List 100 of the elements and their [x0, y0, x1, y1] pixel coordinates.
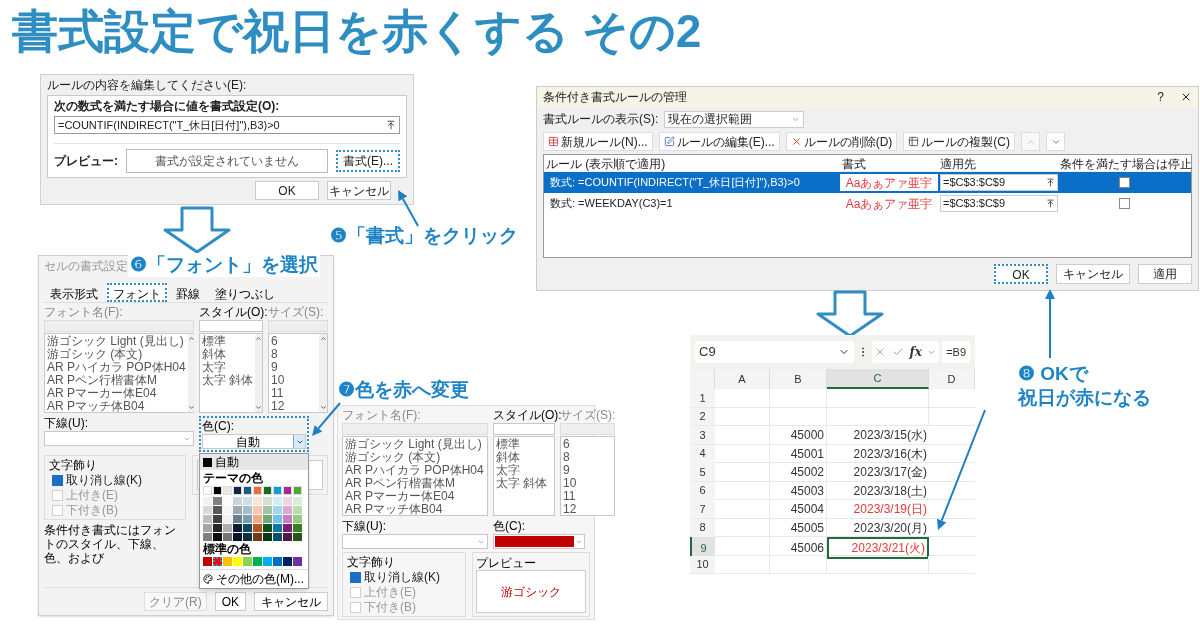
list-box[interactable]: 標準 斜体 太字 太字 斜体 [199, 333, 263, 413]
show-select[interactable]: 現在の選択範囲 [664, 110, 805, 128]
range-field[interactable]: =$C$3:$C$9 [940, 195, 1058, 212]
font-item[interactable]: AR Pハイカラ POP体H04 [345, 464, 485, 477]
font-item[interactable]: AR Pマッチ体B04 [47, 400, 186, 413]
size-item[interactable]: 11 [563, 490, 613, 503]
style-item[interactable]: 太字 斜体 [496, 477, 552, 490]
font-item[interactable]: AR Pマーカー体E04 [345, 490, 485, 503]
color-swatch[interactable] [263, 557, 272, 566]
menu-item[interactable]: 自動 [200, 454, 308, 470]
close-icon[interactable] [1180, 91, 1192, 103]
style-item[interactable]: 太字 [202, 361, 254, 374]
formula-field[interactable]: =COUNTIF(INDIRECT("T_休日[日付]"),B3)>0 [54, 116, 400, 134]
style-item[interactable]: 標準 [496, 438, 552, 451]
font-item[interactable]: 游ゴシック Light (見出し) [47, 335, 186, 348]
font-name-field[interactable] [342, 423, 488, 435]
size-item[interactable]: 12 [271, 400, 317, 413]
column-header[interactable]: D [929, 369, 975, 389]
checkbox[interactable] [52, 474, 63, 486]
list-box[interactable]: 游ゴシック Light (見出し) 游ゴシック (本文) AR Pハイカラ POP体H04 AR Pペン行楷書体M AR Pマーカー体E04 AR Pマッチ体B04 [342, 436, 488, 516]
checkbox[interactable] [1119, 177, 1130, 188]
checkbox[interactable] [350, 571, 361, 583]
size-field[interactable] [268, 320, 328, 332]
dialog-button[interactable]: OK [994, 264, 1048, 284]
list-box[interactable]: 游ゴシック Light (見出し) 游ゴシック (本文) AR Pハイカラ POP体H04 AR Pペン行楷書体M AR Pマーカー体E04 AR Pマッチ体B04 [44, 333, 194, 413]
color-swatch[interactable] [293, 557, 302, 566]
checkbox[interactable] [1119, 198, 1130, 209]
rule-row[interactable]: 数式: =COUNTIF(INDIRECT("T_休日[日付]"),B3)>0 Aaあぁアァ亜宇 =$C$3:$C$9 [544, 172, 1191, 193]
clear-button[interactable]: クリア(R) [144, 592, 207, 611]
size-item[interactable]: 10 [271, 374, 317, 387]
range-field[interactable]: =$C$3:$C$9 [940, 174, 1058, 191]
row-header[interactable]: 7 [690, 500, 715, 518]
move-down-button[interactable] [1046, 132, 1065, 151]
font-item[interactable]: AR Pペン行楷書体M [47, 374, 186, 387]
dialog-button[interactable]: キャンセル [254, 592, 328, 611]
format-button[interactable]: 書式(E)... [336, 150, 400, 172]
color-swatch[interactable] [283, 557, 292, 566]
style-field[interactable] [493, 423, 555, 435]
style-item[interactable]: 太字 [496, 464, 552, 477]
color-swatch[interactable] [253, 557, 262, 566]
size-item[interactable]: 12 [563, 503, 613, 516]
color-swatch[interactable] [243, 557, 252, 566]
insert-function-button[interactable]: fx [909, 343, 922, 361]
size-item[interactable]: 6 [271, 335, 317, 348]
dialog-button[interactable]: OK [214, 592, 246, 611]
color-swatch[interactable] [233, 557, 242, 566]
font-item[interactable]: AR Pハイカラ POP体H04 [47, 361, 186, 374]
size-item[interactable]: 9 [563, 464, 613, 477]
toolbar-button[interactable]: ルールの編集(E)... [658, 132, 780, 151]
formula-field[interactable]: =B9 [942, 341, 970, 363]
tab[interactable]: 罫線 [170, 283, 206, 302]
name-box[interactable]: C9 [695, 341, 854, 363]
toolbar-button[interactable]: ルールの複製(C) [903, 132, 1015, 151]
color-select[interactable]: 自動 [202, 434, 306, 449]
help-button[interactable]: ? [1157, 88, 1164, 106]
size-item[interactable]: 8 [563, 451, 613, 464]
color-swatch[interactable] [273, 557, 282, 566]
size-item[interactable]: 8 [271, 348, 317, 361]
list-box[interactable]: 標準 斜体 太字 太字 斜体 [493, 436, 555, 516]
size-item[interactable]: 6 [563, 438, 613, 451]
style-item[interactable]: 太字 斜体 [202, 374, 254, 387]
font-item[interactable]: AR Pマーカー体E04 [47, 387, 186, 400]
menu-item[interactable]: その他の色(M)... [200, 570, 308, 588]
row-header[interactable]: 5 [690, 463, 715, 481]
size-field[interactable] [560, 423, 616, 435]
tab[interactable]: 表示形式 [44, 283, 104, 302]
toolbar-button[interactable]: 新規ルール(N)... [543, 132, 653, 151]
dialog-button[interactable]: キャンセル [1056, 264, 1130, 284]
row-header[interactable]: 9 [690, 537, 715, 559]
size-item[interactable]: 9 [271, 361, 317, 374]
style-item[interactable]: 斜体 [496, 451, 552, 464]
color-swatch[interactable] [223, 557, 232, 566]
toolbar-button[interactable]: ルールの削除(D) [785, 132, 898, 151]
row-header[interactable]: 3 [690, 426, 715, 444]
font-item[interactable]: AR Pペン行楷書体M [345, 477, 485, 490]
list-box[interactable]: 6 8 9 10 11 12 [560, 436, 616, 516]
size-item[interactable]: 11 [271, 387, 317, 400]
style-item[interactable]: 標準 [202, 335, 254, 348]
dialog-button[interactable]: キャンセル [327, 181, 391, 200]
style-item[interactable]: 斜体 [202, 348, 254, 361]
font-item[interactable]: 游ゴシック (本文) [47, 348, 186, 361]
row-header[interactable]: 1 [690, 389, 715, 407]
color-swatch[interactable] [213, 557, 222, 566]
column-header[interactable]: C [827, 369, 929, 389]
font-name-field[interactable] [44, 320, 194, 332]
confirm-icon[interactable] [891, 346, 904, 358]
style-field[interactable] [199, 320, 263, 332]
size-item[interactable]: 10 [563, 477, 613, 490]
underline-select[interactable] [44, 431, 194, 446]
list-box[interactable]: 6 8 9 10 11 12 [268, 333, 328, 413]
font-item[interactable]: 游ゴシック (本文) [345, 451, 485, 464]
tab[interactable]: 塗りつぶし [209, 283, 281, 302]
underline-select[interactable] [342, 534, 488, 549]
column-header[interactable]: A [715, 369, 770, 389]
color-swatch[interactable] [203, 557, 212, 566]
move-up-button[interactable] [1021, 132, 1040, 151]
color-select[interactable] [493, 534, 585, 549]
dialog-button[interactable]: OK [255, 181, 319, 200]
font-item[interactable]: 游ゴシック Light (見出し) [345, 438, 485, 451]
font-item[interactable]: AR Pマッチ体B04 [345, 503, 485, 516]
